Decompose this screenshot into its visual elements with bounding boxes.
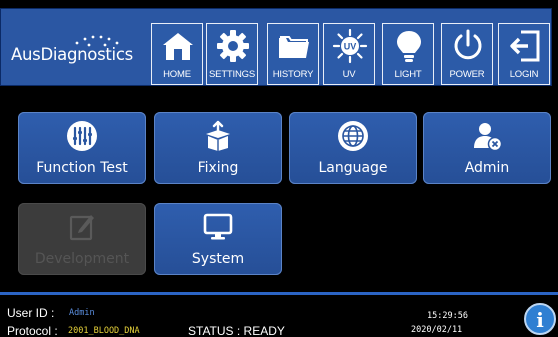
uv-button[interactable]: UV UV — [323, 23, 375, 85]
settings-label: SETTINGS — [209, 69, 255, 80]
info-icon: i — [536, 308, 544, 332]
home-icon — [163, 33, 193, 60]
fixing-tile[interactable]: Fixing — [154, 112, 282, 184]
home-label: HOME — [163, 69, 191, 80]
status-text: STATUS : READY — [188, 324, 285, 337]
language-label: Language — [318, 160, 388, 176]
admin-user-icon — [474, 123, 503, 152]
power-button[interactable]: POWER — [441, 23, 493, 85]
light-button[interactable]: LIGHT — [382, 23, 434, 85]
info-button[interactable]: i — [524, 303, 556, 335]
function-test-label: Function Test — [36, 160, 128, 176]
status-time: 15:29:56 — [427, 311, 468, 321]
logo-text: AusDiagnostics — [11, 45, 133, 64]
uv-icon-badge: UV — [344, 42, 357, 52]
history-label: HISTORY — [272, 69, 314, 80]
uv-label: UV — [342, 69, 356, 80]
edit-icon — [69, 215, 94, 241]
light-label: LIGHT — [394, 69, 422, 80]
admin-tile[interactable]: Admin — [423, 112, 551, 184]
status-date: 2020/02/11 — [411, 325, 463, 335]
power-label: POWER — [449, 69, 485, 80]
function-test-tile[interactable]: Function Test — [18, 112, 146, 184]
system-tile[interactable]: System — [154, 203, 282, 275]
header-bar: AusDiagnostics HOME SETTINGS HISTORY UV … — [0, 8, 552, 86]
lightbulb-icon — [397, 31, 421, 62]
box-icon — [206, 120, 230, 151]
gear-icon — [217, 30, 249, 62]
history-button[interactable]: HISTORY — [267, 23, 319, 85]
protocol-label: Protocol : — [7, 324, 58, 337]
home-button[interactable]: HOME — [151, 23, 203, 85]
admin-label: Admin — [464, 160, 510, 176]
screen: AusDiagnostics HOME SETTINGS HISTORY UV … — [0, 0, 558, 337]
uv-icon: UV — [332, 28, 368, 64]
settings-button[interactable]: SETTINGS — [206, 23, 258, 85]
fixing-label: Fixing — [197, 160, 239, 176]
user-id-label: User ID : — [7, 306, 55, 320]
login-label: LOGIN — [509, 69, 539, 80]
power-icon — [454, 29, 482, 60]
globe-icon — [338, 121, 368, 151]
development-tile: Development — [18, 203, 146, 275]
folder-icon — [279, 36, 309, 58]
development-label: Development — [34, 251, 130, 267]
sliders-icon — [67, 121, 97, 151]
language-tile[interactable]: Language — [289, 112, 417, 184]
system-label: System — [191, 251, 245, 267]
login-button[interactable]: LOGIN — [498, 23, 550, 85]
ausdiagnostics-logo: AusDiagnostics — [9, 33, 149, 73]
user-id-value: Admin — [69, 308, 95, 318]
login-icon — [510, 30, 540, 62]
protocol-value: 2001_BLOOD_DNA — [68, 326, 140, 336]
monitor-icon — [203, 213, 233, 240]
